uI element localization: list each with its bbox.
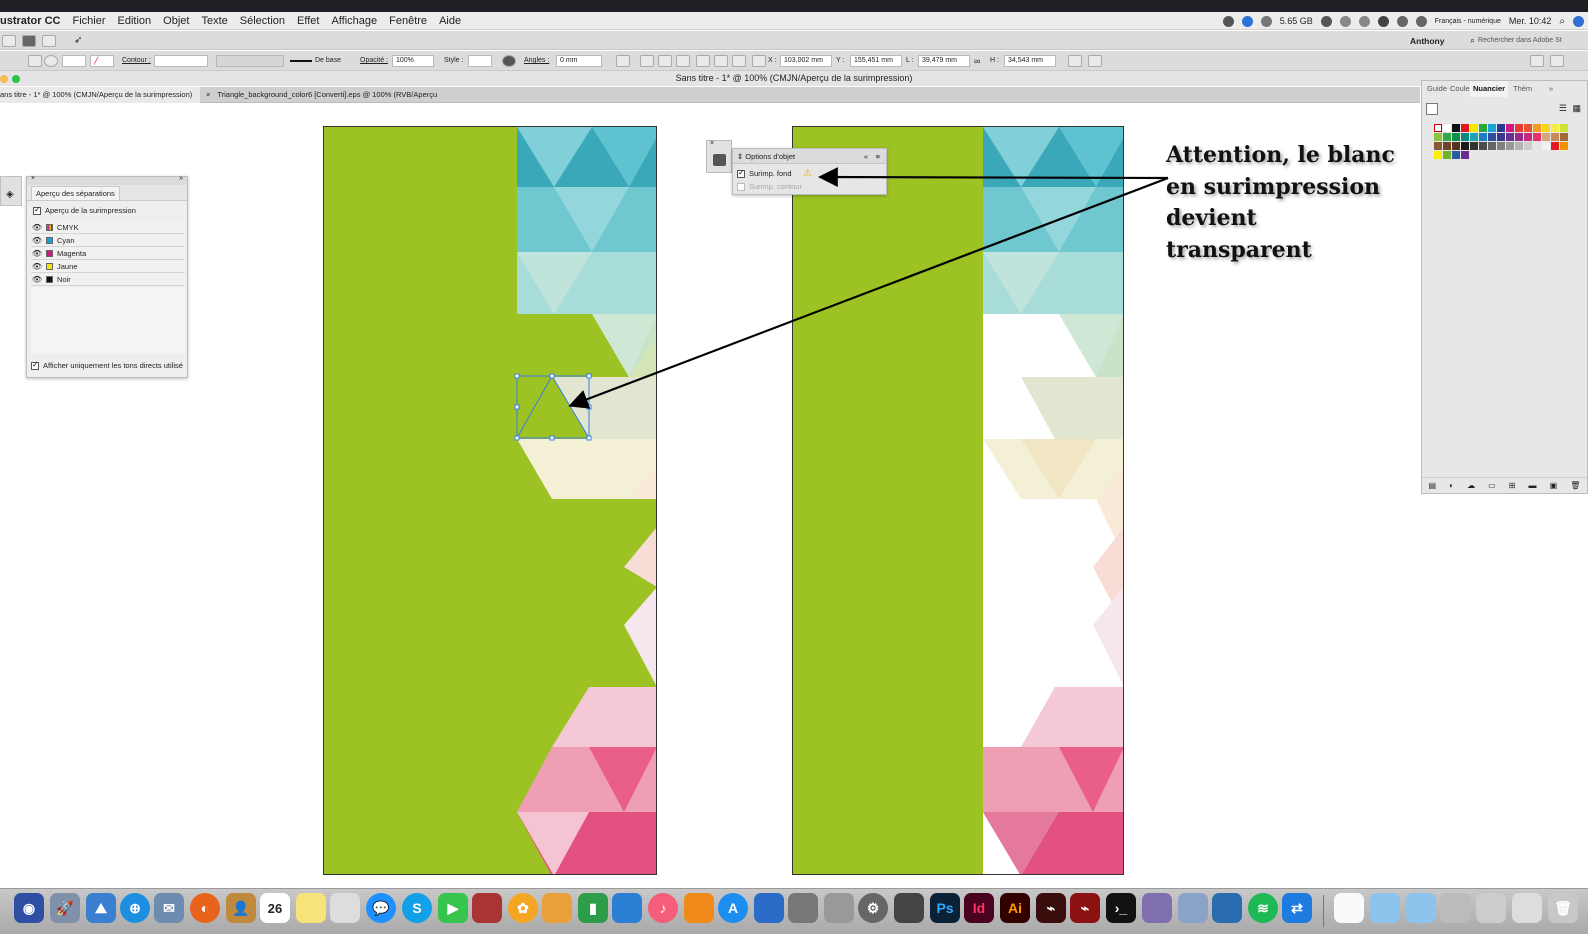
keynote-icon[interactable] [612,893,642,923]
pages-icon[interactable] [542,893,572,923]
preview-icon[interactable]: ⛰ [86,893,116,923]
ibooks-icon[interactable] [684,893,714,923]
contacts-icon[interactable]: 👤 [226,893,256,923]
app-icon[interactable] [1178,893,1208,923]
annotation-line: transparent [1166,236,1312,263]
app-icon[interactable] [894,893,924,923]
messages-icon[interactable]: 💬 [366,893,396,923]
annotation-line: Attention, le blanc [1166,142,1395,168]
annotation-line: devient [1166,205,1257,231]
mail-icon[interactable]: ✉ [154,893,184,923]
illustrator-icon[interactable]: Ai [1000,893,1030,923]
arrow-to-triangle [568,176,1169,409]
utility-icon[interactable] [788,893,818,923]
terminal-icon[interactable]: ›_ [1106,893,1136,923]
dock: ◉ 🚀 ⛰ ⊕ ✉ ◐ 👤 26 💬 S ▶ ✿ ▮ ♪ A ⚙ Ps Id A… [0,888,1588,934]
indesign-label: Id [972,900,986,916]
safari-icon[interactable]: ⊕ [120,893,150,923]
document-icon[interactable] [1334,893,1364,923]
calendar-icon[interactable]: 26 [260,893,290,923]
app-store-icon[interactable]: A [718,893,748,923]
acrobat-icon[interactable]: ⌁ [1036,893,1066,923]
reminders-icon[interactable] [330,893,360,923]
annotation-text: Attention, le blanc en surimpression dev… [1166,140,1426,266]
notes-icon[interactable] [296,893,326,923]
firefox-icon[interactable]: ◐ [190,893,220,923]
illustrator-label: Ai [1008,900,1022,916]
spotify-icon[interactable]: ≋ [1248,893,1278,923]
itunes-icon[interactable]: ♪ [648,893,678,923]
numbers-icon[interactable]: ▮ [578,893,608,923]
screen-sharing-icon[interactable] [754,893,784,923]
launchpad-icon[interactable]: 🚀 [50,893,80,923]
folder-icon[interactable] [1406,893,1436,923]
trash-icon[interactable]: 🗑 [1548,893,1578,923]
app-icon[interactable] [1142,893,1172,923]
annotation-line: en surimpression [1166,173,1381,200]
dock-divider [1323,895,1324,927]
applications-folder-icon[interactable] [1370,893,1400,923]
teamviewer-icon[interactable]: ⇄ [1282,893,1312,923]
arrow-to-option [818,167,1169,187]
indesign-icon[interactable]: Id [964,893,994,923]
stack-icon[interactable] [1476,893,1506,923]
skype-icon[interactable]: S [402,893,432,923]
photoshop-label: Ps [936,900,954,916]
system-preferences-icon[interactable]: ⚙ [858,893,888,923]
acrobat-reader-icon[interactable]: ⌁ [1070,893,1100,923]
calendar-day: 26 [267,900,283,916]
virtualbox-icon[interactable] [1212,893,1242,923]
facetime-icon[interactable]: ▶ [438,893,468,923]
screenshot-icon[interactable] [1440,893,1470,923]
photo-booth-icon[interactable] [472,893,502,923]
archive-icon[interactable] [824,893,854,923]
photoshop-icon[interactable]: Ps [930,893,960,923]
stack-icon[interactable] [1512,893,1542,923]
siri-icon[interactable]: ◉ [14,893,44,923]
photos-icon[interactable]: ✿ [508,893,538,923]
